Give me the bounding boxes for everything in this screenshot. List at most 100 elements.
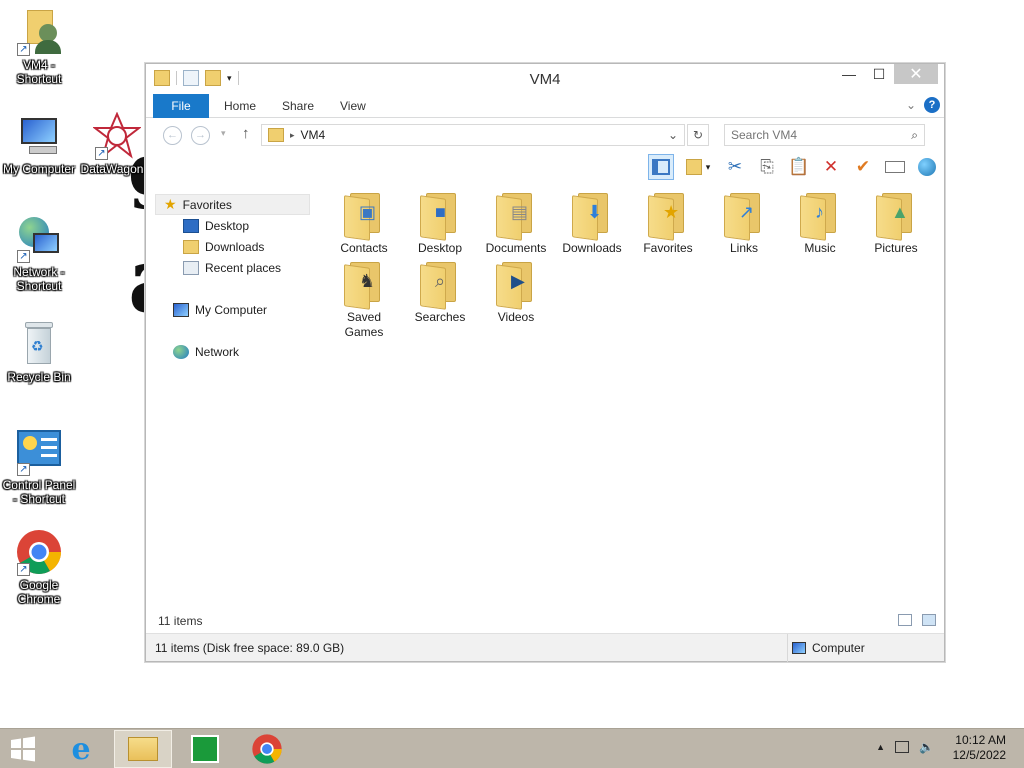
folder-item[interactable]: ⬇ Downloads bbox=[554, 191, 630, 256]
folder-label: Searches bbox=[414, 310, 466, 324]
status-location: Computer bbox=[787, 634, 865, 662]
taskbar-file-explorer[interactable] bbox=[114, 730, 172, 768]
taskbar-store[interactable] bbox=[176, 730, 234, 768]
rename-button[interactable] bbox=[882, 154, 908, 180]
folder-item[interactable]: ↗ Links bbox=[706, 191, 782, 256]
tab-share[interactable]: Share bbox=[282, 94, 314, 118]
expand-ribbon-icon[interactable]: ⌄ bbox=[906, 98, 916, 112]
folder-item[interactable]: ▣ Contacts bbox=[326, 191, 402, 256]
downloads-folder-icon: ⬇ bbox=[572, 191, 612, 241]
file-explorer-icon bbox=[128, 737, 158, 761]
desktop-icon-network[interactable]: ↗ Network - Shortcut bbox=[0, 215, 78, 293]
back-button[interactable]: ← bbox=[163, 126, 182, 145]
status-location-label: Computer bbox=[812, 641, 865, 655]
folder-label: Music bbox=[804, 241, 836, 255]
search-box[interactable]: ⌕ bbox=[724, 124, 925, 146]
status-text: 11 items (Disk free space: 89.0 GB) bbox=[155, 641, 345, 655]
taskbar-internet-explorer[interactable]: e bbox=[52, 730, 110, 768]
delete-button[interactable]: ✕ bbox=[818, 154, 844, 180]
desktop-icon-recycle-bin[interactable]: ♻ Recycle Bin bbox=[0, 320, 78, 384]
nav-desktop[interactable]: Desktop bbox=[155, 215, 310, 236]
desktop-folder-icon: ■ bbox=[420, 191, 460, 241]
folder-label: Downloads bbox=[562, 241, 622, 255]
folder-item[interactable]: ▲ Pictures bbox=[858, 191, 934, 256]
window-title: VM4 bbox=[529, 71, 561, 88]
network-status-icon[interactable] bbox=[895, 741, 910, 753]
network-icon bbox=[173, 344, 189, 359]
desktop-icon-label: VM4 - Shortcut bbox=[16, 58, 62, 86]
documents-folder-icon: ▤ bbox=[496, 191, 536, 241]
tab-home[interactable]: Home bbox=[224, 94, 256, 118]
nav-label: My Computer bbox=[195, 302, 268, 317]
close-button[interactable]: ✕ bbox=[894, 64, 938, 84]
tab-view[interactable]: View bbox=[340, 94, 366, 118]
folder-item[interactable]: ★ Favorites bbox=[630, 191, 706, 256]
folder-label: Videos bbox=[497, 310, 535, 324]
taskbar: e ▲ 🔈 10:12 AM 12/5/2022 bbox=[0, 728, 1024, 768]
desktop-icon-google-chrome[interactable]: ↗ Google Chrome bbox=[0, 528, 78, 606]
breadcrumb-separator-icon: ▸ bbox=[290, 129, 295, 140]
taskbar-chrome[interactable] bbox=[238, 730, 296, 768]
shortcut-arrow-icon: ↗ bbox=[17, 463, 30, 476]
globe-button[interactable] bbox=[914, 154, 940, 180]
view-switcher bbox=[898, 614, 936, 626]
search-icon[interactable]: ⌕ bbox=[911, 128, 918, 143]
folder-item[interactable]: ♪ Music bbox=[782, 191, 858, 256]
help-icon[interactable]: ? bbox=[924, 97, 940, 113]
nav-my-computer[interactable]: My Computer bbox=[155, 299, 310, 320]
clock-date: 12/5/2022 bbox=[952, 748, 1006, 762]
folder-label: Pictures bbox=[874, 241, 918, 255]
clock[interactable]: 10:12 AM 12/5/2022 bbox=[953, 733, 1006, 763]
shortcut-arrow-icon: ↗ bbox=[95, 147, 108, 160]
address-bar[interactable]: ▸ VM4 ⌄ bbox=[261, 124, 685, 146]
clipboard-icon: 📋 bbox=[788, 157, 810, 176]
network-icon: ↗ bbox=[15, 215, 63, 263]
nav-label: Favorites bbox=[182, 197, 232, 212]
copy-icon: ⎘ bbox=[760, 157, 774, 176]
recent-locations-icon[interactable]: ▾ bbox=[221, 128, 226, 139]
control-panel-icon: ↗ bbox=[15, 428, 63, 476]
folder-label: Desktop bbox=[417, 241, 463, 255]
address-dropdown-icon[interactable]: ⌄ bbox=[668, 128, 678, 142]
desktop-icon-control-panel[interactable]: ↗ Control Panel - Shortcut bbox=[0, 428, 78, 506]
folder-item[interactable]: ▤ Documents bbox=[478, 191, 554, 256]
tab-file[interactable]: File bbox=[153, 94, 209, 118]
details-view-icon[interactable] bbox=[898, 614, 912, 626]
folder-label: Favorites bbox=[643, 241, 693, 255]
up-button[interactable]: ↑ bbox=[242, 125, 250, 142]
nav-favorites[interactable]: ★ Favorites bbox=[155, 194, 310, 215]
computer-icon bbox=[792, 642, 806, 654]
select-folder-button[interactable]: ▾ bbox=[680, 154, 716, 180]
address-path[interactable]: VM4 bbox=[301, 128, 326, 142]
volume-icon[interactable]: 🔈 bbox=[919, 740, 934, 754]
show-hidden-icons-icon[interactable]: ▲ bbox=[876, 742, 885, 752]
folder-item[interactable]: ♞ Saved Games bbox=[326, 260, 402, 340]
desktop-icon-vm4[interactable]: ↗ VM4 - Shortcut bbox=[0, 8, 78, 86]
minimize-button[interactable]: — bbox=[834, 64, 864, 84]
nav-network[interactable]: Network bbox=[155, 341, 310, 362]
check-button[interactable]: ✔ bbox=[850, 154, 876, 180]
folder-item[interactable]: ■ Desktop bbox=[402, 191, 478, 256]
folder-item[interactable]: ▶ Videos bbox=[478, 260, 554, 325]
star-icon: ★ bbox=[164, 196, 177, 212]
contacts-folder-icon: ▣ bbox=[344, 191, 384, 241]
preview-pane-button[interactable] bbox=[648, 154, 674, 180]
desktop-icon-my-computer[interactable]: My Computer bbox=[0, 112, 78, 176]
copy-button[interactable]: ⎘ bbox=[754, 154, 780, 180]
nav-recent-places[interactable]: Recent places bbox=[155, 257, 310, 278]
search-input[interactable] bbox=[731, 128, 912, 142]
maximize-button[interactable]: ☐ bbox=[864, 64, 894, 84]
computer-icon bbox=[15, 112, 63, 160]
title-bar[interactable]: ▾ VM4 — ☐ ✕ bbox=[146, 64, 944, 94]
cut-button[interactable]: ✂ bbox=[722, 154, 748, 180]
refresh-button[interactable]: ↻ bbox=[687, 124, 709, 146]
recent-places-icon bbox=[183, 260, 199, 275]
forward-button[interactable]: → bbox=[191, 126, 210, 145]
searches-folder-icon: ⌕ bbox=[420, 260, 460, 310]
datawagon-icon: ↗ bbox=[92, 111, 142, 160]
nav-downloads[interactable]: Downloads bbox=[155, 236, 310, 257]
large-icons-view-icon[interactable] bbox=[922, 614, 936, 626]
paste-button[interactable]: 📋 bbox=[786, 154, 812, 180]
start-button[interactable] bbox=[0, 730, 46, 768]
folder-item[interactable]: ⌕ Searches bbox=[402, 260, 478, 325]
